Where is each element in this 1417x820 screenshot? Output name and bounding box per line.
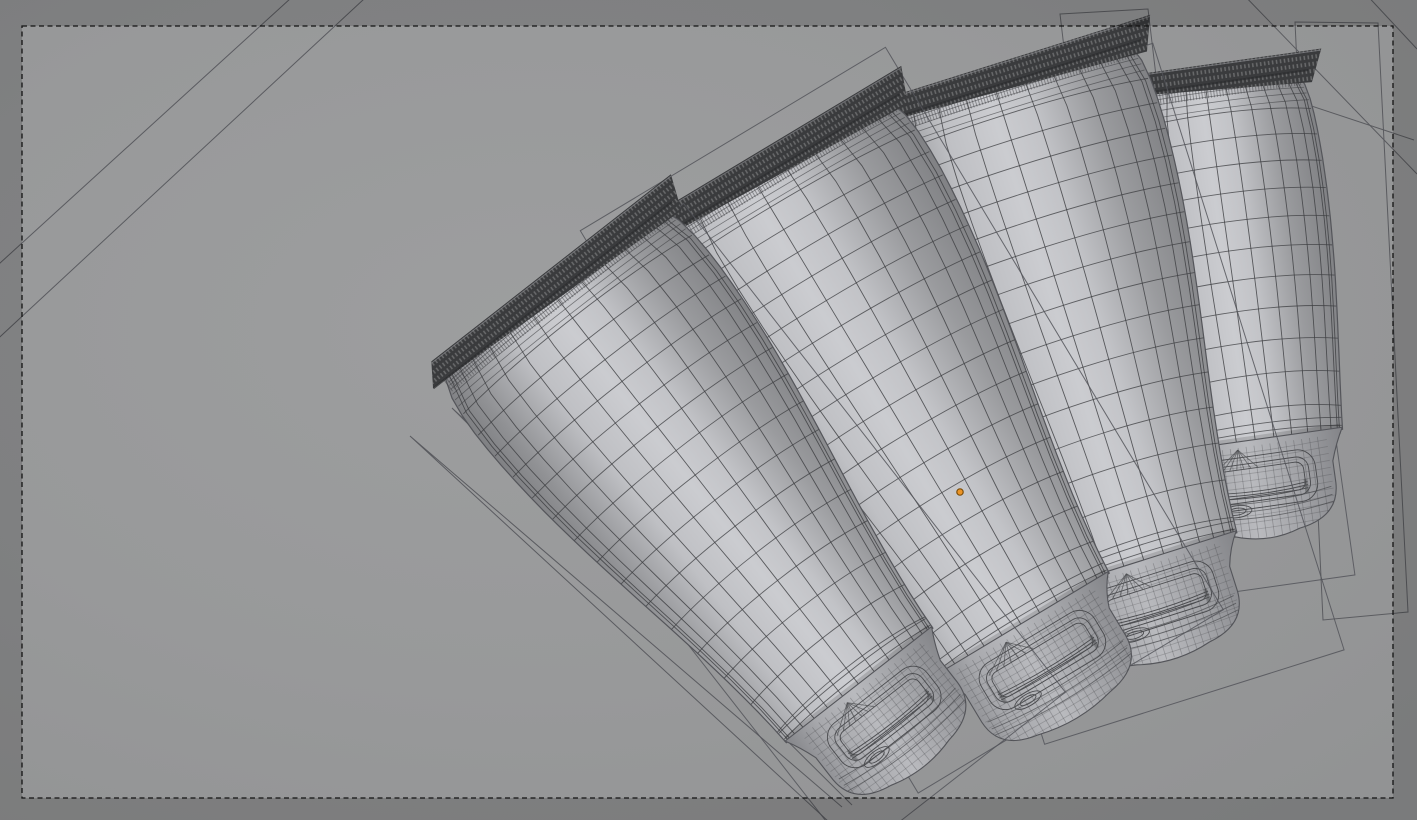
object-origin-indicator[interactable] bbox=[956, 488, 964, 496]
blender-3d-viewport[interactable] bbox=[0, 0, 1417, 820]
viewport-canvas[interactable] bbox=[0, 0, 1417, 820]
